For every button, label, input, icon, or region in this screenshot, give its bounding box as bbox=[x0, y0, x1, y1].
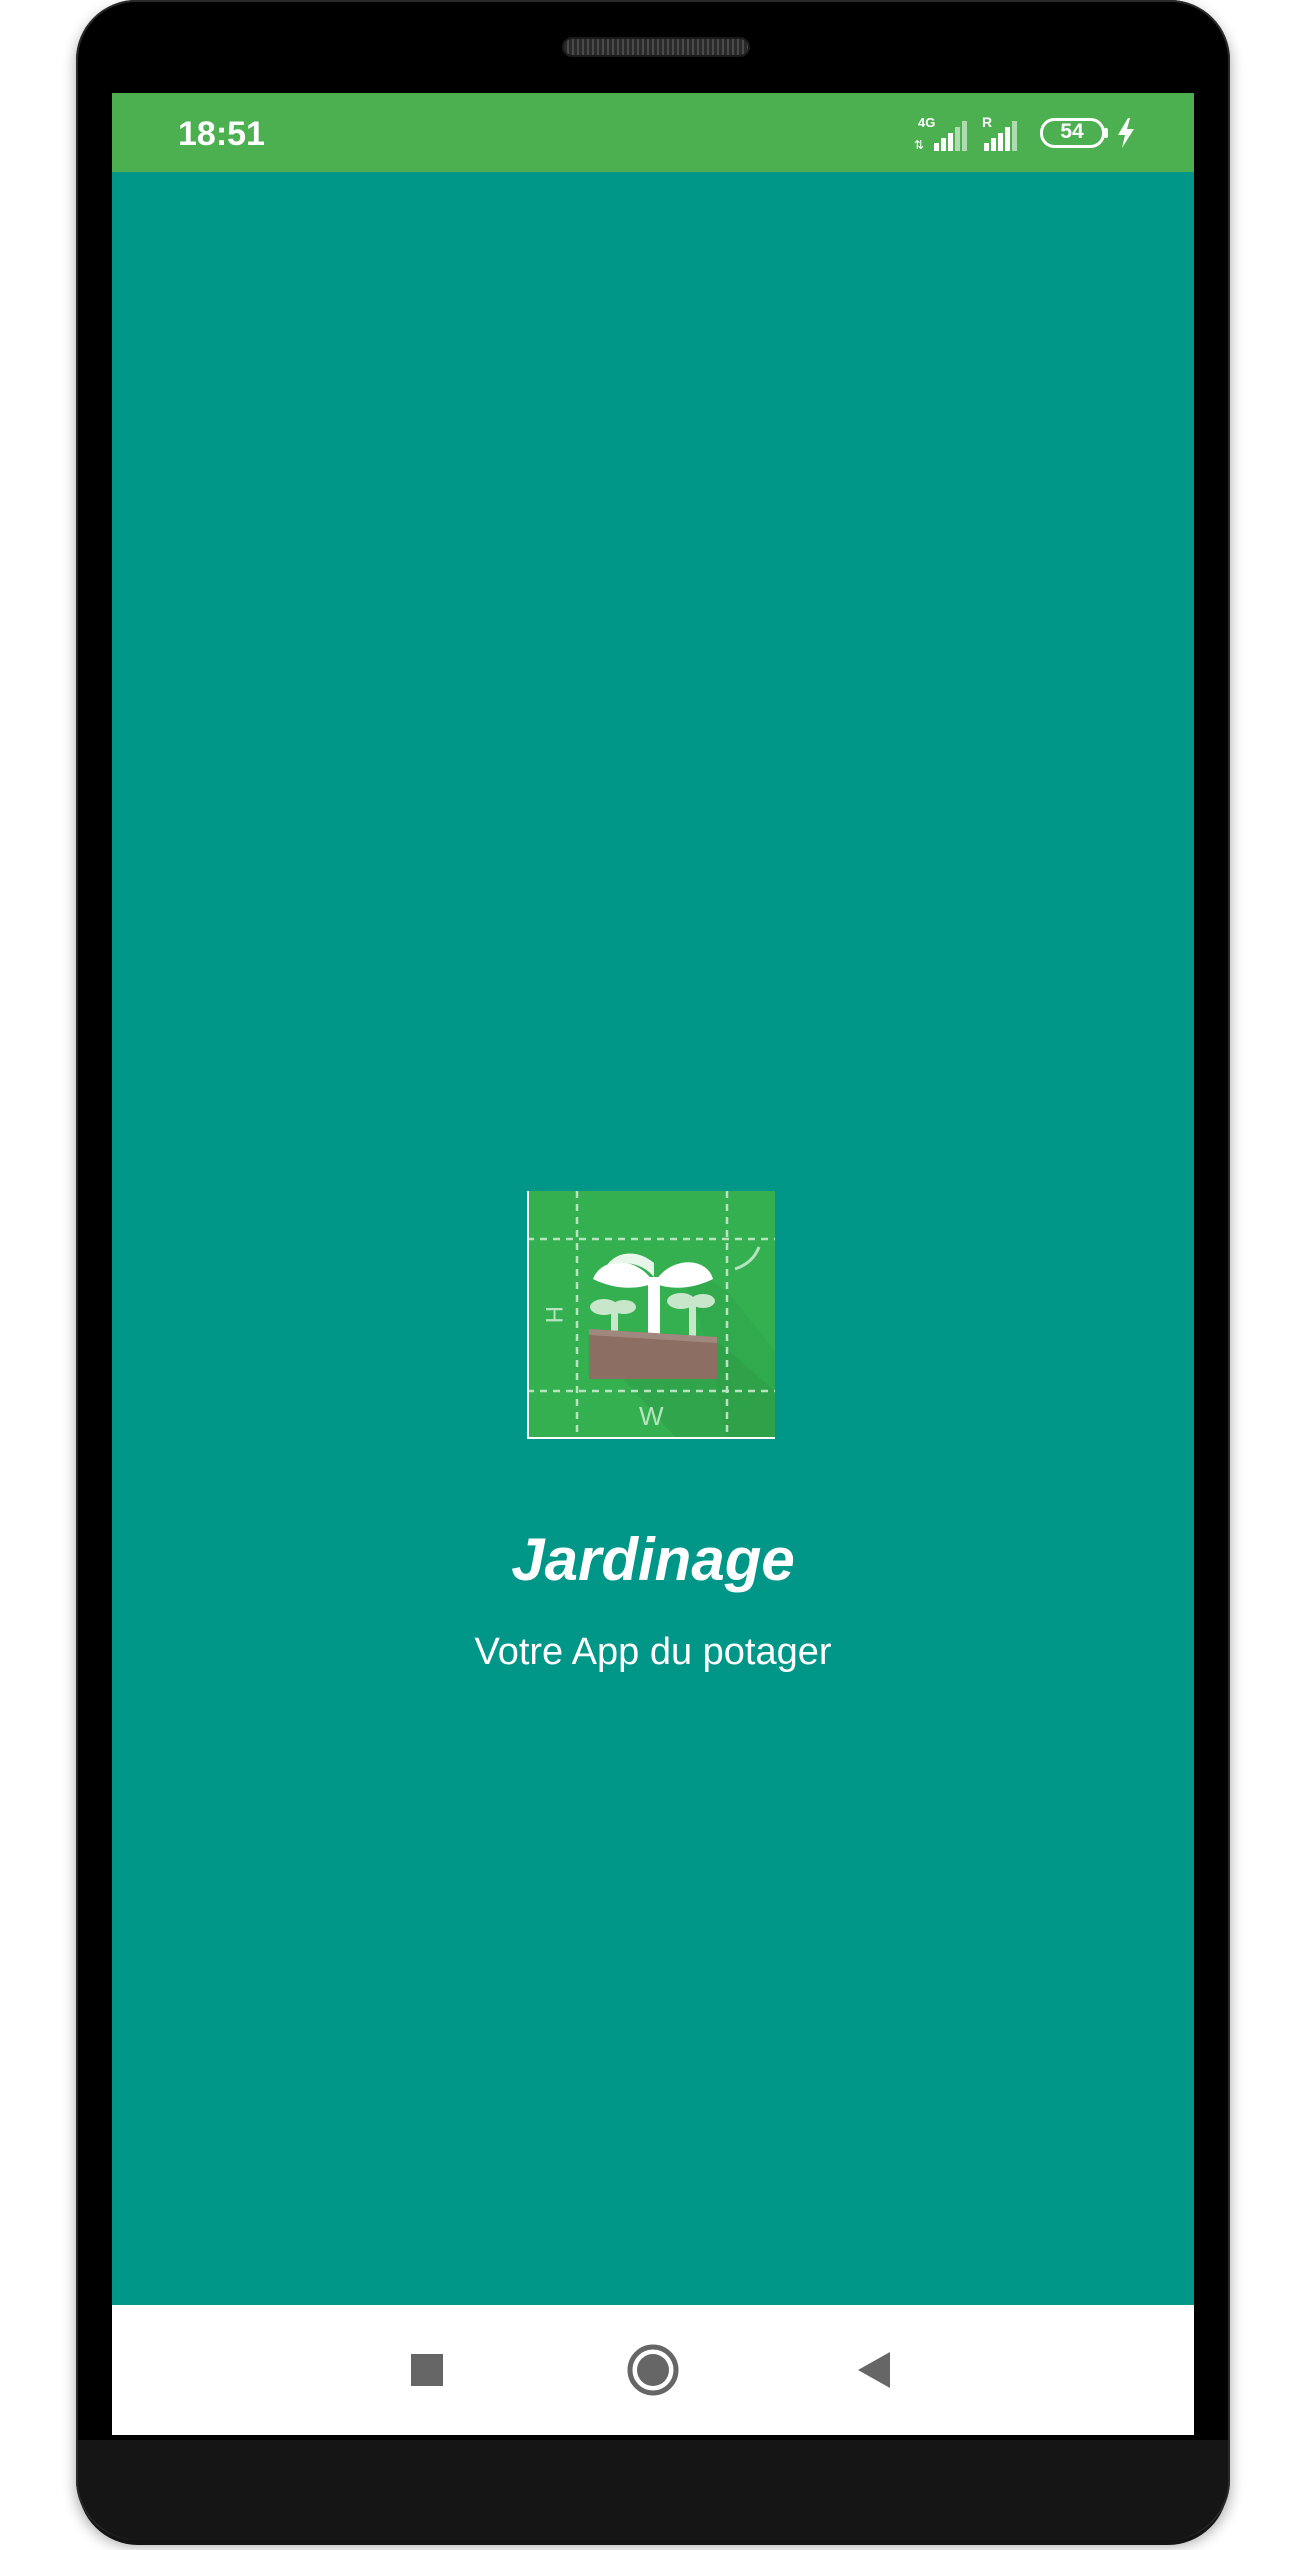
device-screen: 18:51 4G ⇅ R 54 H W Jardinage Votre App … bbox=[112, 93, 1194, 2435]
status-bar: 18:51 4G ⇅ R 54 bbox=[112, 93, 1194, 172]
home-button[interactable] bbox=[621, 2338, 685, 2402]
app-subtitle: Votre App du potager bbox=[474, 1631, 832, 1673]
recent-apps-button[interactable] bbox=[395, 2338, 459, 2402]
phone-bottom-edge bbox=[78, 2440, 1228, 2540]
charging-bolt-icon bbox=[1118, 118, 1134, 148]
logo-height-label: H bbox=[540, 1306, 567, 1323]
status-time: 18:51 bbox=[178, 115, 265, 153]
square-recent-apps-icon bbox=[411, 2354, 443, 2386]
network-type-label: 4G bbox=[918, 115, 935, 130]
app-logo-icon: H W bbox=[527, 1191, 775, 1439]
cellular-signal-4g-icon: 4G ⇅ bbox=[914, 115, 967, 152]
battery-indicator: 54 bbox=[1040, 118, 1108, 148]
triangle-back-icon bbox=[858, 2352, 890, 2388]
cellular-signal-roaming-icon: R bbox=[982, 114, 1017, 151]
roaming-label: R bbox=[982, 114, 992, 130]
battery-level: 54 bbox=[1060, 120, 1084, 143]
app-title: Jardinage bbox=[511, 1526, 795, 1593]
phone-speaker-grille bbox=[562, 37, 750, 57]
navigation-bar bbox=[112, 2305, 1194, 2435]
svg-text:⇅: ⇅ bbox=[914, 138, 924, 152]
back-button[interactable] bbox=[843, 2338, 907, 2402]
circle-home-icon bbox=[627, 2344, 679, 2396]
logo-width-label: W bbox=[639, 1401, 664, 1431]
